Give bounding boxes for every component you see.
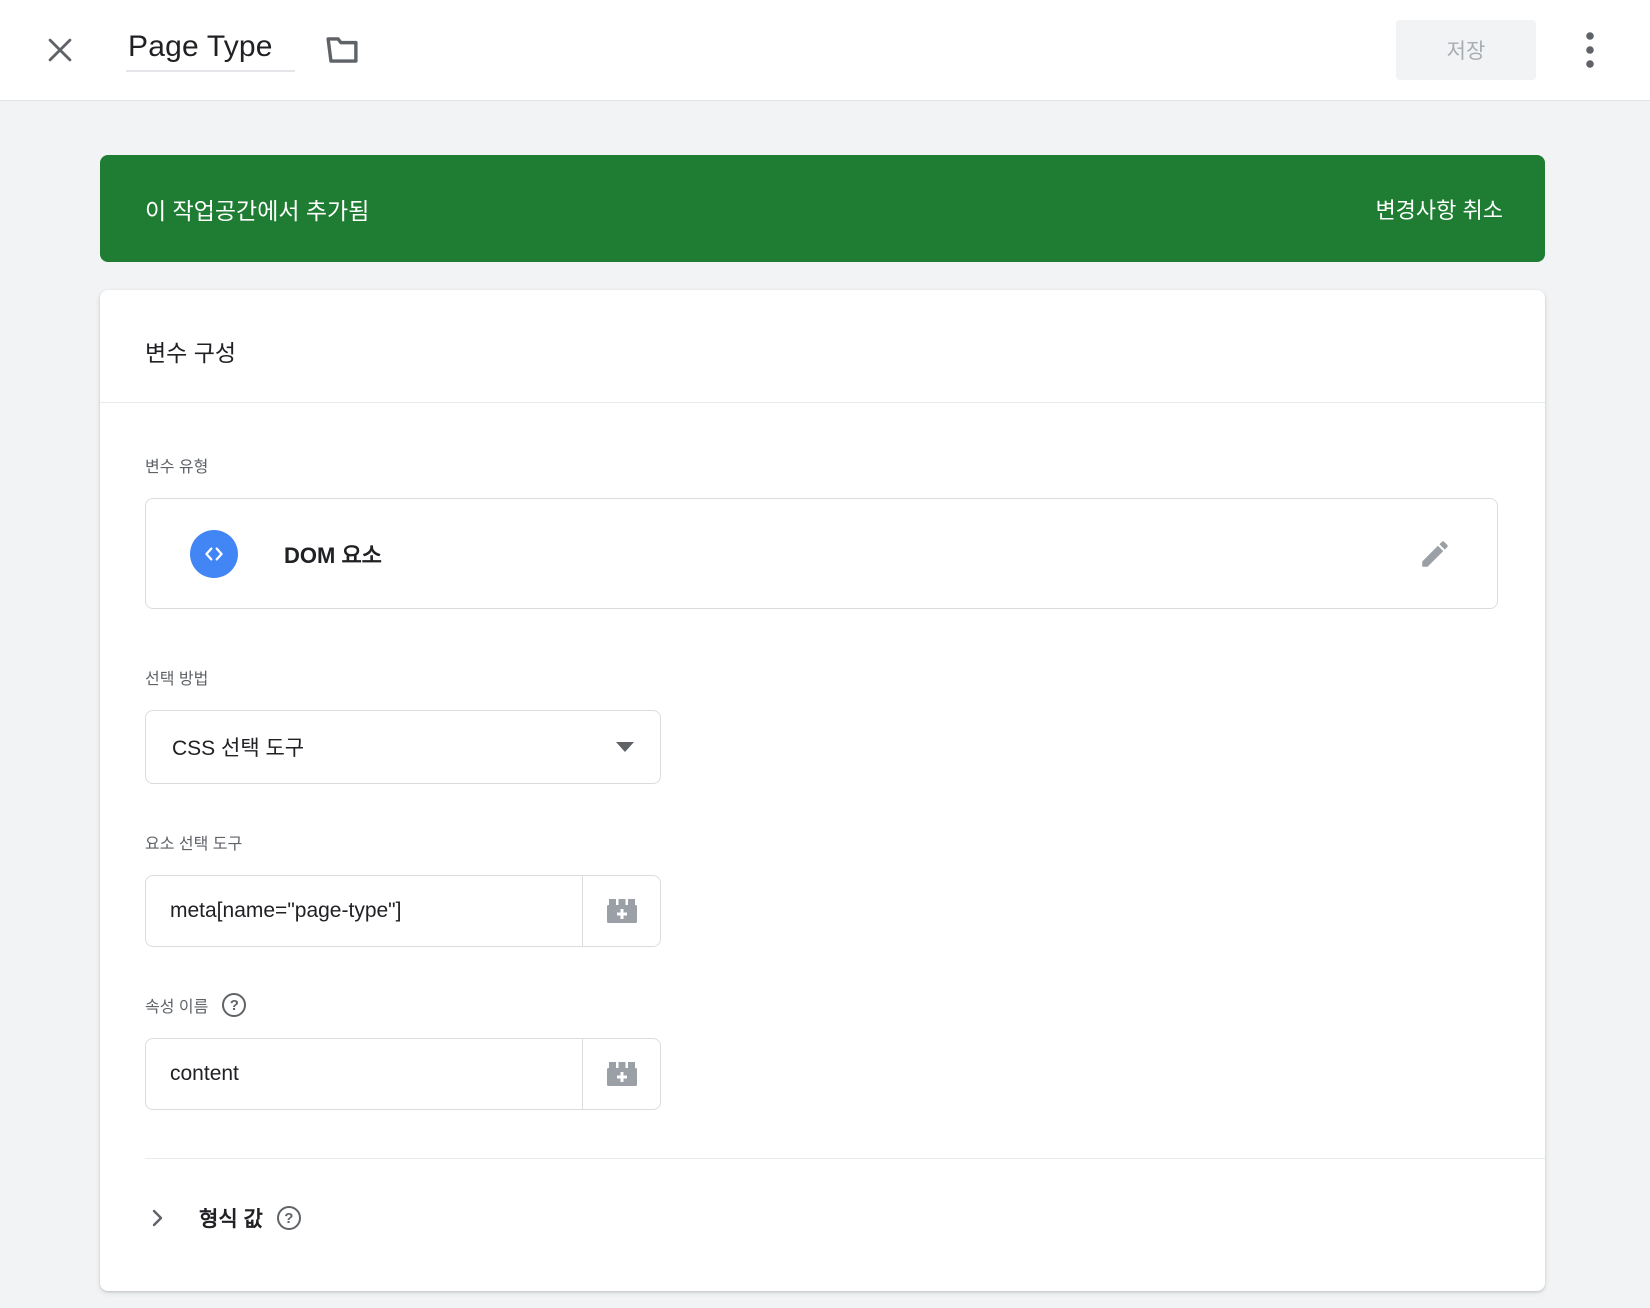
selection-method-label: 선택 방법 [145,665,1498,689]
code-brackets-icon [201,541,227,567]
close-icon [43,33,77,67]
kebab-menu-button[interactable] [1570,28,1610,72]
main-content: 이 작업공간에서 추가됨 변경사항 취소 변수 구성 변수 유형 DOM 요소 [100,155,1545,1291]
kebab-menu-icon [1584,30,1596,70]
pencil-icon [1418,537,1452,571]
variable-config-form: 변수 유형 DOM 요소 선택 방법 CSS 선택 도구 [100,403,1545,1110]
variable-type-box[interactable]: DOM 요소 [145,498,1498,609]
close-button[interactable] [40,30,80,70]
element-selector-group [145,875,661,947]
attribute-name-help-icon[interactable]: ? [222,993,246,1017]
edit-variable-type-button[interactable] [1413,532,1457,576]
attribute-name-variable-picker-button[interactable] [583,1039,660,1109]
selection-method-select[interactable]: CSS 선택 도구 [145,710,661,784]
variable-name-field[interactable]: Page Type [126,28,295,72]
banner-message: 이 작업공간에서 추가됨 [145,192,369,226]
format-value-label: 형식 값 [199,1203,263,1233]
dom-element-icon [190,530,238,578]
discard-changes-link[interactable]: 변경사항 취소 [1375,193,1503,225]
folder-icon [325,35,359,65]
element-selector-input[interactable] [146,876,582,946]
chevron-down-icon [616,742,634,752]
attribute-name-group [145,1038,661,1110]
folder-button[interactable] [321,29,363,71]
attribute-name-label-text: 속성 이름 [145,993,208,1017]
attribute-name-input[interactable] [146,1039,582,1109]
save-button[interactable]: 저장 [1396,20,1536,80]
attribute-name-label: 속성 이름 ? [145,993,1498,1017]
card-title: 변수 구성 [100,290,1545,402]
workspace-banner: 이 작업공간에서 추가됨 변경사항 취소 [100,155,1545,262]
brick-plus-icon [606,1060,638,1088]
variable-config-card: 변수 구성 변수 유형 DOM 요소 선 [100,290,1545,1291]
page-title: Page Type [128,30,273,63]
brick-plus-icon [606,897,638,925]
format-value-expander[interactable]: 형식 값 ? [145,1203,1500,1233]
element-selector-label: 요소 선택 도구 [145,830,1498,854]
element-selector-variable-picker-button[interactable] [583,876,660,946]
format-section-divider [145,1158,1545,1159]
format-value-help-icon[interactable]: ? [277,1206,301,1230]
variable-type-value: DOM 요소 [284,538,382,570]
variable-type-label: 변수 유형 [145,453,1498,477]
chevron-right-icon [145,1206,169,1230]
header: Page Type 저장 [0,0,1650,100]
selection-method-value: CSS 선택 도구 [172,732,304,762]
